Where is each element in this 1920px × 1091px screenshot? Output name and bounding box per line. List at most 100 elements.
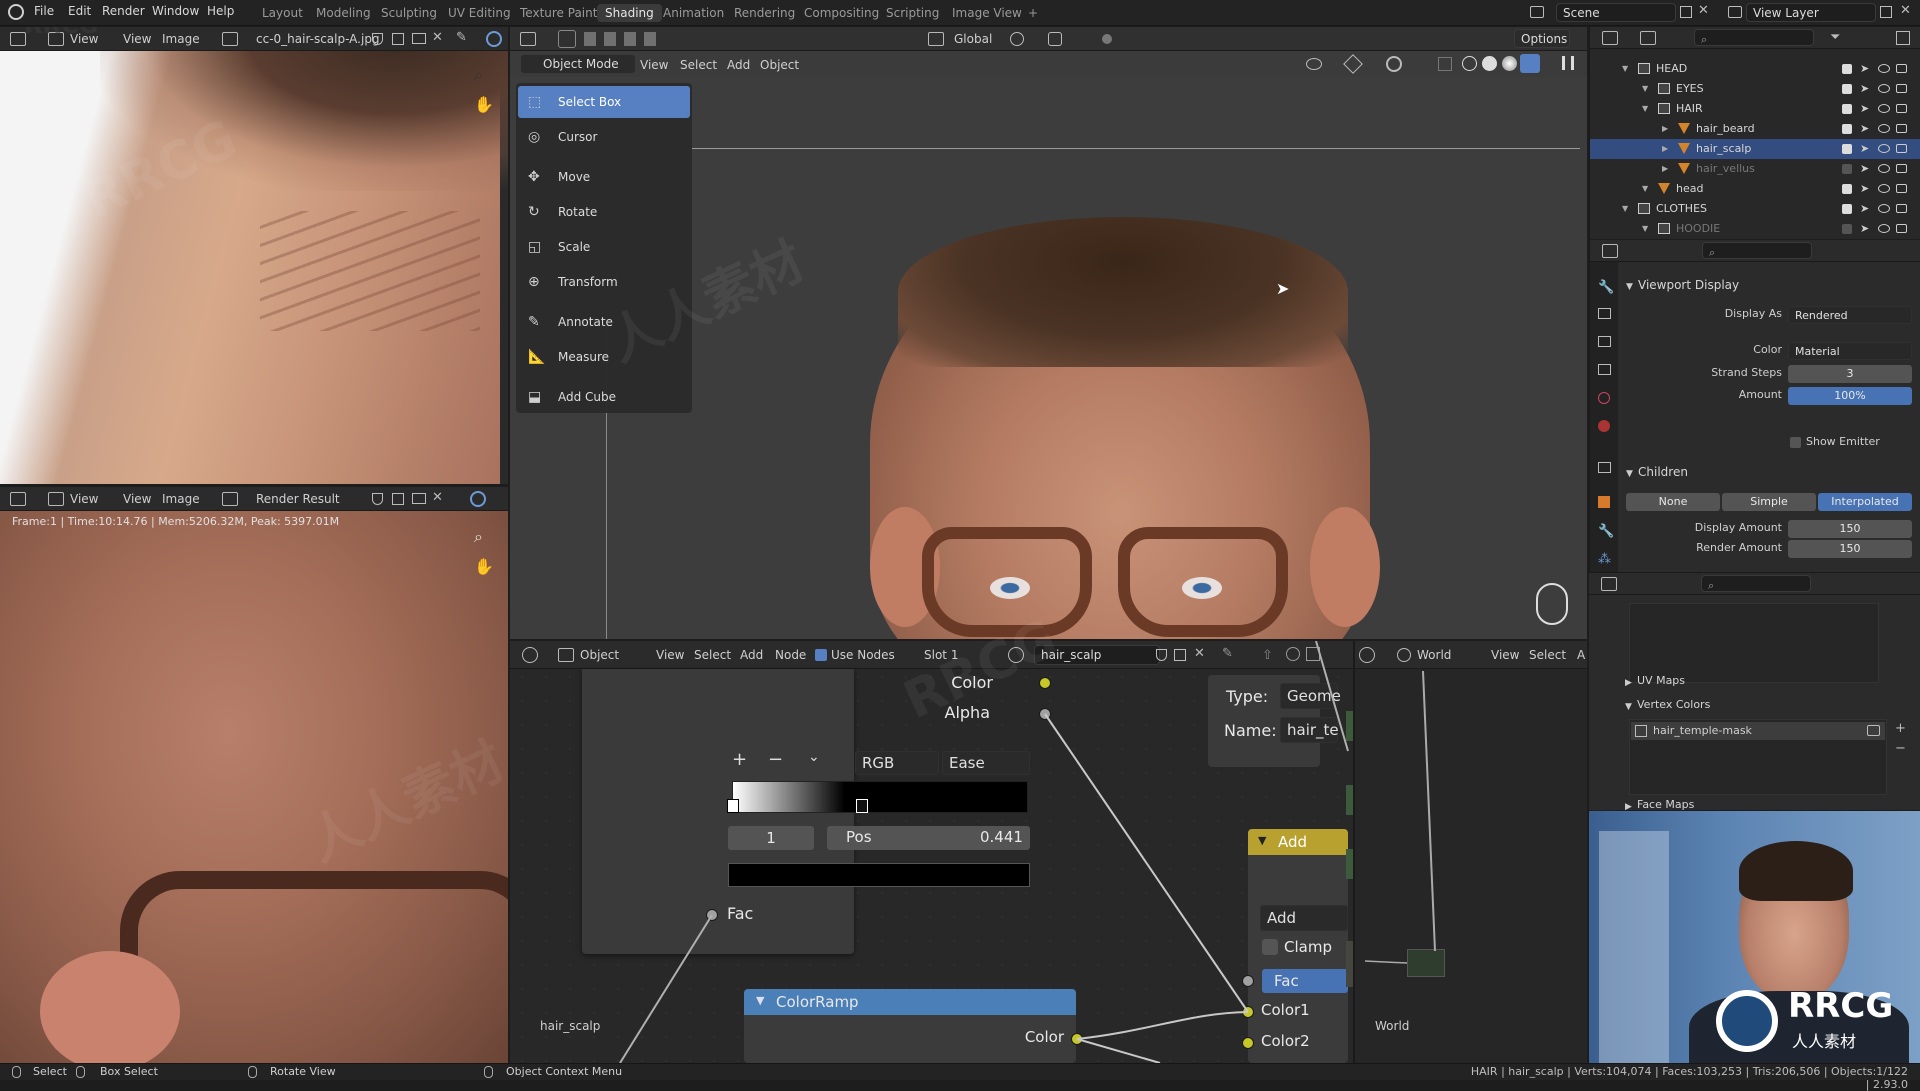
- render-camera-icon[interactable]: [1896, 184, 1907, 193]
- menu-image[interactable]: Image: [162, 492, 200, 506]
- outliner-search[interactable]: ⌕: [1694, 29, 1814, 46]
- editor-type-icon[interactable]: [1602, 244, 1618, 258]
- vertex-color-name[interactable]: hair_temple-mask: [1653, 724, 1752, 737]
- uv-maps-title[interactable]: UV Maps: [1637, 674, 1685, 687]
- image-canvas[interactable]: [0, 51, 508, 484]
- eye-icon[interactable]: [1878, 64, 1890, 73]
- render-camera-icon[interactable]: [1896, 224, 1907, 233]
- menu-help[interactable]: Help: [207, 4, 234, 18]
- data-properties-search[interactable]: ⌕: [1701, 575, 1811, 592]
- color-dropdown[interactable]: Material: [1788, 342, 1912, 360]
- eye-icon[interactable]: [1878, 184, 1890, 193]
- menu-render[interactable]: Render: [102, 4, 145, 18]
- exclude-checkbox[interactable]: [1842, 224, 1852, 234]
- fake-user-icon[interactable]: [372, 493, 383, 505]
- selectable-icon[interactable]: ➤: [1860, 79, 1869, 99]
- tool-rotate[interactable]: ↻ Rotate: [518, 196, 690, 228]
- face-maps-title[interactable]: Face Maps: [1637, 798, 1694, 811]
- children-interpolated-button[interactable]: Interpolated: [1818, 493, 1912, 511]
- render-camera-icon[interactable]: [1896, 84, 1907, 93]
- particles-tab-icon[interactable]: ⁂: [1598, 552, 1611, 567]
- open-image-icon[interactable]: [412, 493, 426, 504]
- menu-select[interactable]: Select: [680, 58, 717, 72]
- menu-image[interactable]: Image: [162, 32, 200, 46]
- scene-selector[interactable]: Scene: [1556, 3, 1676, 22]
- object-tab-icon[interactable]: [1598, 496, 1610, 508]
- expand-arrow-icon[interactable]: ▼: [1642, 99, 1648, 119]
- visibility-icon[interactable]: [1306, 58, 1322, 70]
- xray-icon[interactable]: [1438, 57, 1452, 71]
- eye-icon[interactable]: [1878, 104, 1890, 113]
- new-view-layer-icon[interactable]: [1880, 6, 1892, 18]
- selectable-icon[interactable]: ➤: [1860, 159, 1869, 179]
- view-layer-selector[interactable]: View Layer: [1746, 3, 1876, 22]
- editor-type-icon[interactable]: [1602, 31, 1618, 45]
- expand-arrow-icon[interactable]: ▶: [1662, 119, 1668, 139]
- expand-arrow-icon[interactable]: ▶: [1662, 139, 1668, 159]
- shading-material-icon[interactable]: [1502, 56, 1517, 71]
- tool-transform[interactable]: ⊕ Transform: [518, 266, 690, 298]
- menu-view[interactable]: View: [123, 32, 151, 46]
- tab-rendering[interactable]: Rendering: [726, 4, 803, 22]
- view-layer-tab-icon[interactable]: [1598, 364, 1611, 375]
- expand-arrow-icon[interactable]: ▶: [1662, 159, 1668, 179]
- display-mode-icon[interactable]: [1640, 31, 1656, 45]
- outliner-row[interactable]: ▼ HOODIE ➤: [1590, 219, 1920, 239]
- exclude-checkbox[interactable]: [1842, 204, 1852, 214]
- options-dropdown[interactable]: Options: [1514, 29, 1570, 48]
- world-tab-icon[interactable]: [1598, 420, 1610, 432]
- render-camera-icon[interactable]: [1896, 64, 1907, 73]
- children-title[interactable]: Children: [1638, 465, 1688, 479]
- modifier-tab-icon[interactable]: 🔧: [1598, 524, 1614, 539]
- eye-icon[interactable]: [1878, 84, 1890, 93]
- tool-tab-icon[interactable]: 🔧: [1598, 280, 1614, 295]
- tool-measure[interactable]: 📐 Measure: [518, 341, 690, 373]
- tool-move[interactable]: ✥ Move: [518, 161, 690, 193]
- amount-slider[interactable]: 100%: [1788, 387, 1912, 405]
- shading-wireframe-icon[interactable]: [1462, 56, 1477, 71]
- selectable-icon[interactable]: ➤: [1860, 199, 1869, 219]
- pivot-icon[interactable]: [1010, 32, 1024, 46]
- editor-type-icon[interactable]: [520, 32, 536, 46]
- outliner-row[interactable]: ▶ hair_beard ➤: [1590, 119, 1920, 139]
- selectable-icon[interactable]: ➤: [1860, 139, 1869, 159]
- menu-view[interactable]: View: [640, 58, 668, 72]
- collection-tab-icon[interactable]: [1598, 462, 1611, 473]
- tool-add-cube[interactable]: ⬓ Add Cube: [518, 381, 690, 413]
- shading-solid-icon[interactable]: [1482, 56, 1497, 71]
- tool-select-box[interactable]: ⬚ Select Box: [518, 86, 690, 118]
- overlays-icon[interactable]: [1386, 56, 1402, 72]
- open-image-icon[interactable]: [412, 33, 426, 44]
- select-tool-icon[interactable]: [558, 30, 576, 48]
- exclude-checkbox[interactable]: [1842, 104, 1852, 114]
- tab-uv-editing[interactable]: UV Editing: [440, 4, 519, 22]
- exclude-checkbox[interactable]: [1842, 124, 1852, 134]
- tab-modeling[interactable]: Modeling: [308, 4, 379, 22]
- tab-texture-paint[interactable]: Texture Paint: [512, 4, 605, 22]
- tool-annotate[interactable]: ✎ Annotate: [518, 306, 690, 338]
- outliner-row[interactable]: ▼ EYES ➤: [1590, 79, 1920, 99]
- vertex-colors-title[interactable]: Vertex Colors: [1637, 698, 1710, 711]
- eye-icon[interactable]: [1878, 124, 1890, 133]
- render-tab-icon[interactable]: [1598, 308, 1611, 319]
- render-camera-icon[interactable]: [1896, 124, 1907, 133]
- render-camera-icon[interactable]: [1896, 144, 1907, 153]
- selectable-icon[interactable]: ➤: [1860, 179, 1869, 199]
- exclude-checkbox[interactable]: [1842, 184, 1852, 194]
- image-browse-icon[interactable]: [222, 32, 238, 46]
- eye-icon[interactable]: [1878, 224, 1890, 233]
- blender-logo-icon[interactable]: [8, 4, 24, 20]
- camera-icon[interactable]: [1867, 725, 1880, 736]
- fake-user-icon[interactable]: [372, 33, 383, 45]
- close-view-layer-icon[interactable]: ✕: [1900, 3, 1911, 18]
- exclude-checkbox[interactable]: [1842, 84, 1852, 94]
- display-amount-field[interactable]: 150: [1788, 520, 1912, 538]
- tool-cursor[interactable]: ◎ Cursor: [518, 121, 690, 153]
- expand-arrow-icon[interactable]: ▼: [1642, 179, 1648, 199]
- menu-add[interactable]: Add: [727, 58, 750, 72]
- overlay-icon[interactable]: [486, 31, 502, 47]
- selectable-icon[interactable]: ➤: [1860, 119, 1869, 139]
- pan-hand-icon[interactable]: ✋: [474, 557, 494, 576]
- tool-scale[interactable]: ◱ Scale: [518, 231, 690, 263]
- exclude-checkbox[interactable]: [1842, 64, 1852, 74]
